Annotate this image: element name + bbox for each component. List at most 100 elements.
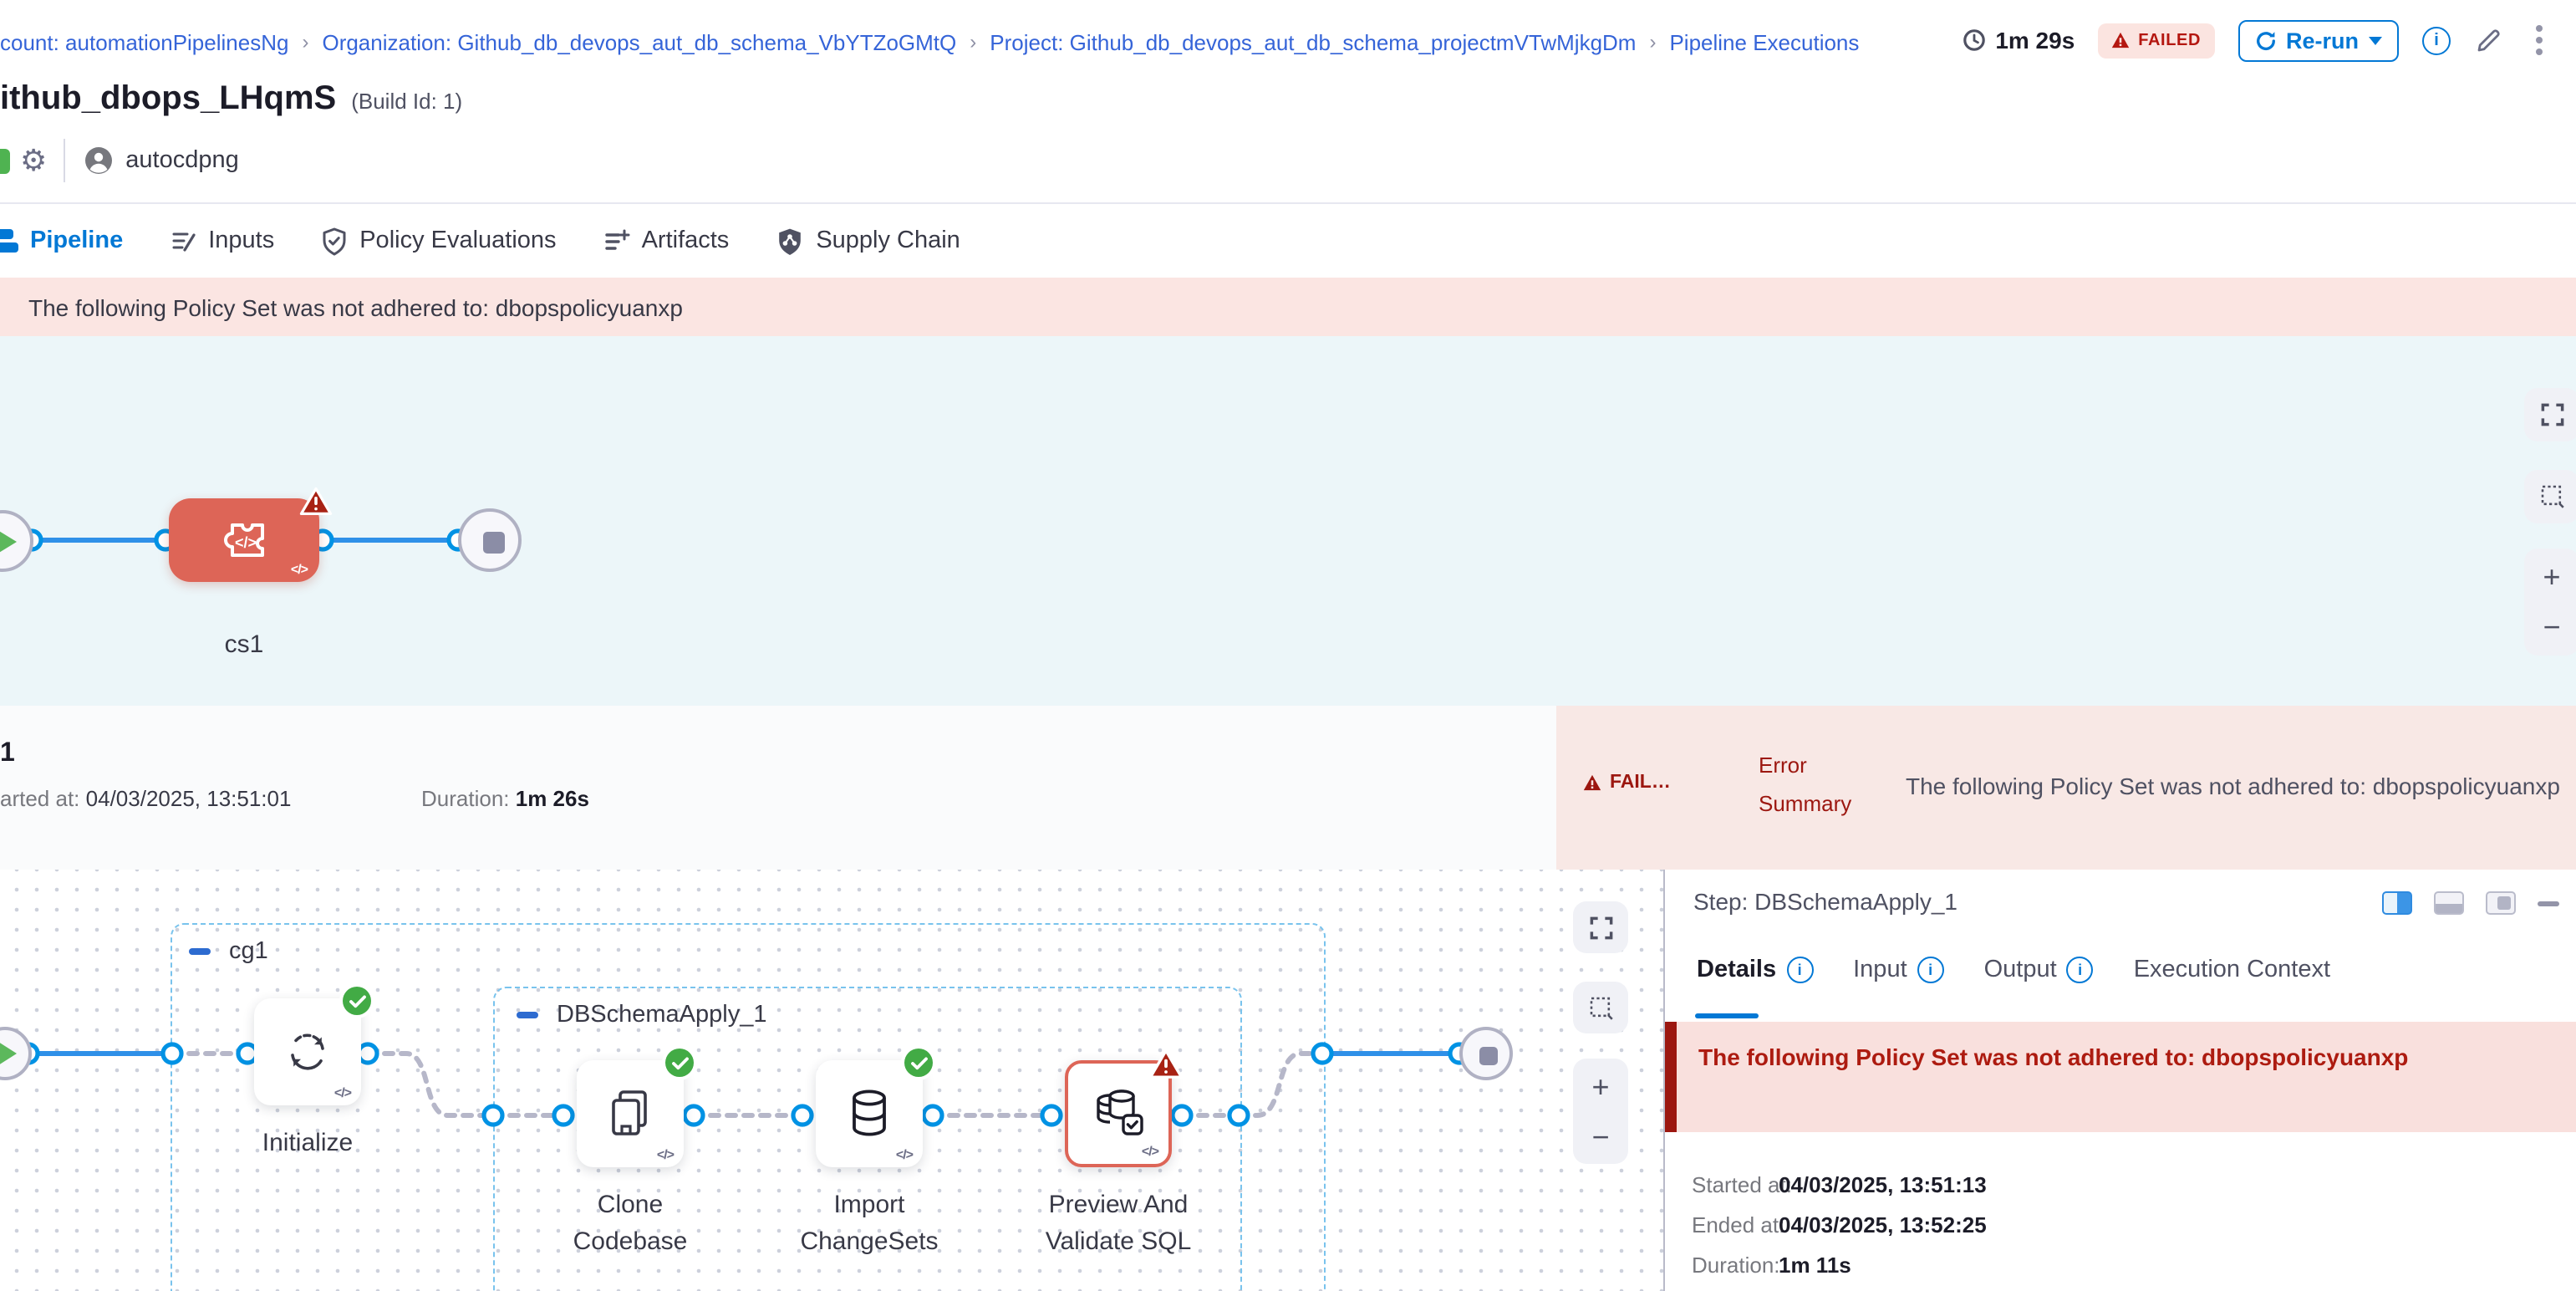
step-details-panel: Step: DBSchemaApply_1 Details i Input i … bbox=[1665, 870, 2576, 1291]
expand-icon bbox=[1587, 914, 1614, 941]
policy-warning-text: The following Policy Set was not adhered… bbox=[28, 293, 683, 320]
breadcrumb-separator: › bbox=[968, 30, 978, 54]
step-initialize[interactable]: </> bbox=[254, 998, 361, 1105]
details-info-icon[interactable]: i bbox=[1786, 957, 1813, 983]
user-name: autocdpng bbox=[125, 147, 238, 174]
policy-warning-banner: The following Policy Set was not adhered… bbox=[0, 278, 2576, 336]
step-import-changesets[interactable]: </> bbox=[816, 1060, 923, 1167]
output-info-icon[interactable]: i bbox=[2067, 957, 2094, 983]
layout-right-panel-icon[interactable] bbox=[2382, 891, 2412, 915]
rerun-button[interactable]: Re-run bbox=[2237, 19, 2399, 61]
top-bar: count: automationPipelinesNg › Organizat… bbox=[0, 0, 2576, 74]
layout-bottom-panel-icon[interactable] bbox=[2434, 891, 2464, 915]
tab-supply-chain[interactable]: Supply Chain bbox=[752, 204, 984, 278]
panel-title: Step: DBSchemaApply_1 bbox=[1693, 888, 1957, 915]
panel-layout-switcher bbox=[2382, 891, 2559, 915]
svg-text:</>: </> bbox=[235, 534, 257, 551]
breadcrumb-pipeline-executions[interactable]: Pipeline Executions bbox=[1669, 29, 1859, 54]
minimize-panel-icon[interactable] bbox=[2538, 901, 2559, 906]
detail-row-started-at: Started at: 04/03/2025, 13:51:13 bbox=[1692, 1172, 1792, 1197]
tab-inputs[interactable]: Inputs bbox=[146, 204, 298, 278]
error-summary-message: The following Policy Set was not adhered… bbox=[1906, 773, 2574, 799]
panel-tab-execution-context[interactable]: Execution Context bbox=[2134, 957, 2330, 983]
stage-node-cs1[interactable]: </> </> bbox=[169, 498, 319, 582]
zoom-in-button[interactable]: + bbox=[2543, 552, 2560, 602]
tab-label: Pipeline bbox=[30, 227, 123, 254]
fullscreen-button[interactable] bbox=[1573, 901, 1628, 953]
step-error-banner: The following Policy Set was not adhered… bbox=[1665, 1022, 2576, 1132]
zoom-controls: + − bbox=[1573, 1059, 1628, 1164]
supply-chain-shield-icon bbox=[776, 227, 804, 255]
step-clone-codebase[interactable]: </> bbox=[577, 1060, 684, 1167]
marquee-icon bbox=[2538, 483, 2565, 510]
tab-label: Artifacts bbox=[642, 227, 730, 254]
elapsed-time: 1m 29s bbox=[1995, 27, 2075, 54]
marquee-select-button[interactable] bbox=[1573, 982, 1628, 1033]
status-badge: FAILED bbox=[2098, 23, 2214, 58]
edit-pipeline-icon[interactable] bbox=[2474, 26, 2502, 54]
step-label-import-changesets: ImportChangeSets bbox=[769, 1187, 970, 1261]
breadcrumb-project[interactable]: Project: Github_db_devops_aut_db_schema_… bbox=[990, 29, 1636, 54]
shield-check-icon bbox=[321, 227, 348, 255]
zoom-in-button[interactable]: + bbox=[1591, 1061, 1609, 1111]
panel-tab-details[interactable]: Details i bbox=[1697, 957, 1813, 983]
inputs-icon bbox=[170, 227, 196, 254]
view-tabs-bar: Pipeline Inputs Policy Evaluations Artif… bbox=[0, 202, 2576, 281]
gear-icon[interactable]: ⚙ bbox=[20, 145, 47, 176]
panel-tab-output[interactable]: Output i bbox=[1984, 957, 2094, 983]
pipeline-end-node bbox=[1459, 1027, 1513, 1080]
marquee-select-button[interactable] bbox=[2524, 470, 2576, 523]
detail-row-ended-at: Ended at: 04/03/2025, 13:52:25 bbox=[1692, 1212, 1784, 1237]
tab-pipeline[interactable]: Pipeline bbox=[0, 204, 146, 278]
play-icon bbox=[0, 1042, 17, 1065]
breadcrumb-separator: › bbox=[300, 30, 310, 54]
title-row: ithub_dbops_LHqmS (Build Id: 1) bbox=[0, 80, 462, 119]
breadcrumb-account[interactable]: count: automationPipelinesNg bbox=[0, 29, 288, 54]
execution-info-icon[interactable]: i bbox=[2422, 26, 2451, 54]
stage-error-summary: FAIL… Error Summary The following Policy… bbox=[1556, 706, 2576, 870]
fullscreen-button[interactable] bbox=[2524, 388, 2576, 441]
execution-graph-canvas[interactable]: cg1 DBSchemaApply_1 bbox=[0, 870, 1663, 1291]
chevron-down-icon bbox=[2369, 36, 2382, 44]
step-label-clone-codebase: CloneCodebase bbox=[530, 1187, 731, 1261]
artifacts-icon bbox=[603, 227, 630, 254]
warning-icon bbox=[2111, 32, 2130, 48]
stage-node-label: cs1 bbox=[169, 630, 319, 659]
error-summary-label: Error Summary bbox=[1759, 748, 1862, 824]
expand-icon bbox=[2538, 401, 2565, 428]
success-badge-icon bbox=[665, 1049, 694, 1077]
detail-label: Ended at: bbox=[1692, 1212, 1784, 1237]
layout-floating-panel-icon[interactable] bbox=[2486, 891, 2516, 915]
detail-value: 04/03/2025, 13:52:25 bbox=[1779, 1212, 2280, 1237]
play-icon bbox=[0, 528, 17, 555]
tab-artifacts[interactable]: Artifacts bbox=[580, 204, 753, 278]
initialize-sync-icon bbox=[283, 1027, 333, 1077]
tab-policy-evaluations[interactable]: Policy Evaluations bbox=[298, 204, 579, 278]
breadcrumb-organization[interactable]: Organization: Github_db_devops_aut_db_sc… bbox=[322, 29, 956, 54]
success-badge-icon bbox=[343, 987, 371, 1015]
step-error-message: The following Policy Set was not adhered… bbox=[1698, 1044, 2556, 1070]
detail-row-duration: Duration: 1m 11s bbox=[1692, 1253, 1780, 1278]
code-glyph: </> bbox=[896, 1147, 913, 1162]
input-info-icon[interactable]: i bbox=[1917, 957, 1944, 983]
detail-value: 1m 11s bbox=[1779, 1253, 2280, 1278]
detail-value: 04/03/2025, 13:51:13 bbox=[1779, 1172, 2280, 1197]
zoom-out-button[interactable]: − bbox=[1591, 1111, 1609, 1161]
step-preview-validate-sql[interactable]: </> bbox=[1065, 1060, 1172, 1167]
panel-tab-label: Execution Context bbox=[2134, 957, 2330, 983]
stage-end-node bbox=[458, 508, 522, 572]
more-options-icon[interactable] bbox=[2526, 22, 2553, 59]
stage-summary-bar: 1 arted at: 04/03/2025, 13:51:01 Duratio… bbox=[0, 706, 2576, 871]
pipeline-execution-page: count: automationPipelinesNg › Organizat… bbox=[0, 0, 2576, 1291]
zoom-controls: + − bbox=[2524, 549, 2576, 656]
stage-graph-canvas[interactable]: </> </> cs1 + − bbox=[0, 336, 2576, 706]
success-badge-icon bbox=[904, 1049, 933, 1077]
code-glyph: </> bbox=[1142, 1144, 1158, 1159]
panel-tab-input[interactable]: Input i bbox=[1853, 957, 1944, 983]
breadcrumb-separator: › bbox=[1647, 30, 1657, 54]
refresh-icon bbox=[2254, 29, 2276, 51]
zoom-out-button[interactable]: − bbox=[2543, 602, 2560, 652]
stop-icon bbox=[483, 532, 505, 554]
warning-icon bbox=[1583, 774, 1601, 791]
rerun-label: Re-run bbox=[2286, 28, 2359, 53]
